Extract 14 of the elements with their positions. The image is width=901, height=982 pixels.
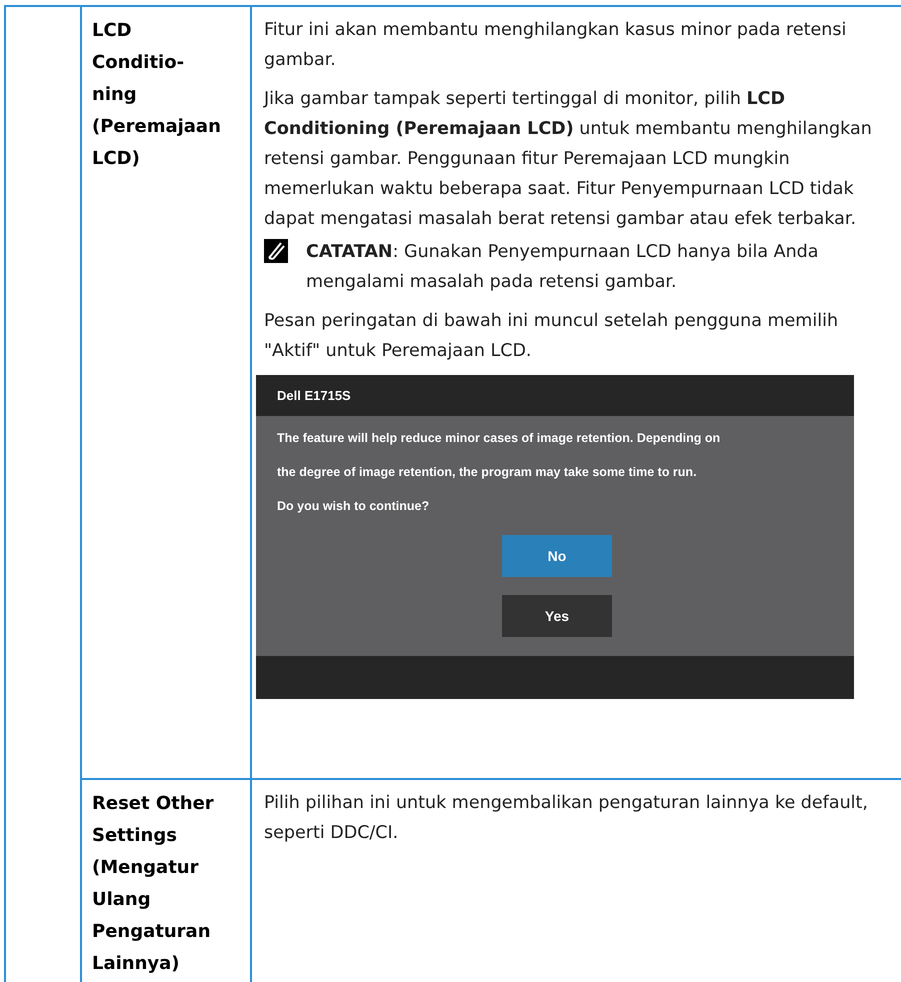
dialog-button[interactable]: No [502,535,612,577]
setting-name: Reset Other Settings (Mengatur Ulang Pengaturan Lainnya) [92,792,215,976]
description-text: Jika gambar tampak seperti tertinggal di monitor, pilih LCD Conditioning (Peremajaan LCD) untuk membantu menghilangkan retensi gambar. Penggunaan fitur Peremajaan LCD mungkin memerlukan waktu beberapa saat. Fitur Penyempurnaan LCD tidak dapat mengatasi masalah berat retensi gambar atau efek terbakar. [264,88,873,231]
description-text: Pilih pilihan ini untuk mengembalikan pengaturan lainnya ke default, seperti DDC/CI. [264,792,869,845]
description-text: Pesan peringatan di bawah ini muncul setelah pengguna memilih "Aktif" untuk Peremajaan LCD. [264,310,840,363]
setting-name: LCD Conditio- ning (Peremajaan LCD) [92,19,222,171]
dialog-message: Do you wish to continue? [277,498,430,514]
dialog-button[interactable]: Yes [502,595,612,637]
dialog-title: Dell E1715S [256,375,854,416]
pencil-icon [264,239,288,263]
dialog-message: the degree of image retention, the program may take some time to run. [277,464,698,480]
note-text: CATATAN: Gunakan Penyempurnaan LCD hanya bila Anda mengalami masalah pada retensi gambar. [306,241,820,294]
dialog-message: The feature will help reduce minor cases of image retention. Depending on [277,430,722,446]
description-text: Fitur ini akan membantu menghilangkan kasus minor pada retensi gambar. [264,19,848,72]
